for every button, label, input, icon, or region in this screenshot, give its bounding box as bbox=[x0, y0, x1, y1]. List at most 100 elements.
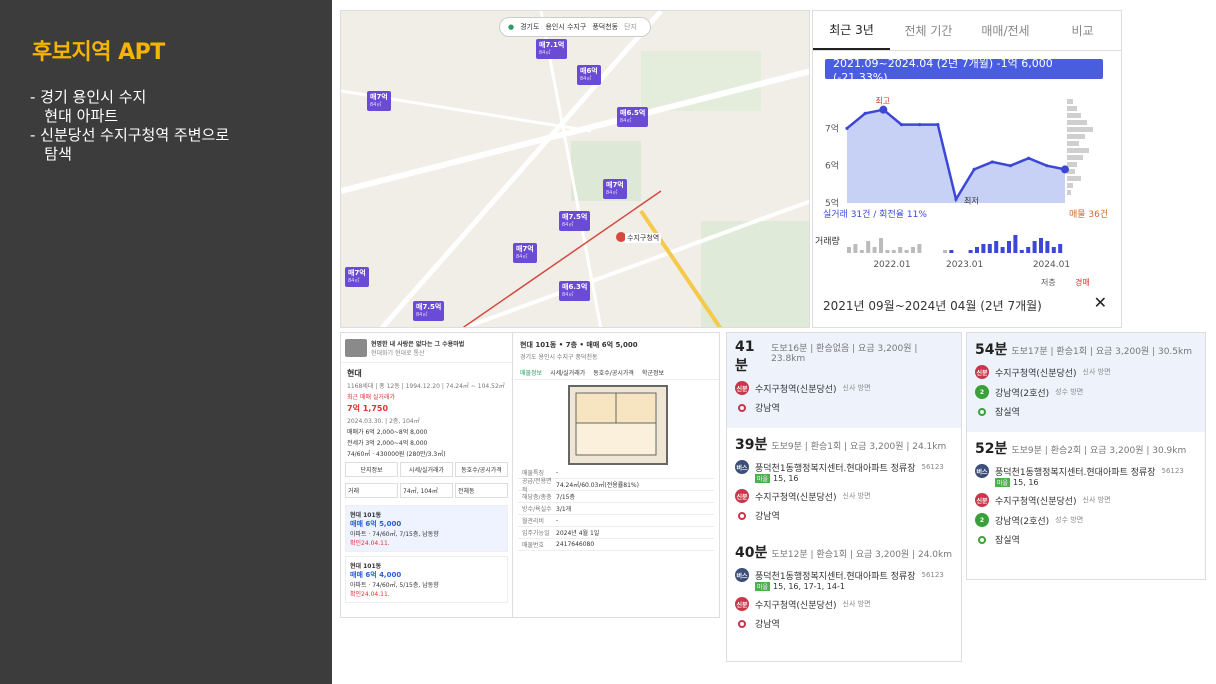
detail-table: 매물특징 - 공급/전용면적 74.24㎡/60.03㎡(전용률81%) 해당층/총… bbox=[518, 467, 714, 551]
volume-bar bbox=[847, 247, 851, 253]
data-point bbox=[954, 197, 958, 201]
data-point bbox=[863, 111, 867, 115]
route-option[interactable]: 54분 도보17분 | 환승1회 | 요금 3,200원 | 30.5km 신분 수지… bbox=[967, 333, 1205, 432]
distribution-bar bbox=[1067, 120, 1087, 125]
pin-area: 84㎡ bbox=[370, 102, 382, 108]
listing-card[interactable]: 현대 101동 매매 6억 4,000 아파트 · 74/60㎡, 5/15층,… bbox=[345, 556, 508, 603]
area-select[interactable]: 74㎡, 104㎡ bbox=[400, 483, 453, 498]
tab-all-period[interactable]: 전체 기간 bbox=[890, 11, 967, 50]
volume-bar bbox=[898, 247, 903, 253]
route-stop: 강남역 bbox=[735, 401, 953, 414]
map-price-pin[interactable]: 매6억 84㎡ bbox=[577, 65, 601, 85]
volume-bar bbox=[866, 241, 871, 253]
tab-recent-3y[interactable]: 최근 3년 bbox=[813, 11, 890, 50]
subway-line-icon: 신분 bbox=[975, 493, 989, 507]
stop-direction: 신사 방면 bbox=[842, 492, 871, 500]
ad-banner[interactable]: 현명한 내 사랑은 없다는 그 수용마법 현대화기 현대로 통산 bbox=[341, 333, 512, 363]
map-price-pin[interactable]: 매7억 84㎡ bbox=[367, 91, 391, 111]
map-price-pin[interactable]: 매7.5억 84㎡ bbox=[559, 211, 591, 231]
stop-name: 수지구청역(신분당선) bbox=[995, 496, 1077, 507]
tab-unit-price[interactable]: 동호수/공시가격 bbox=[593, 368, 634, 377]
unit-price-button[interactable]: 동호수/공시가격 bbox=[455, 462, 508, 477]
bus-icon: 버스 bbox=[735, 568, 749, 582]
data-point bbox=[845, 126, 849, 130]
row-value: 2024년 4월 1일 bbox=[556, 530, 600, 537]
close-icon[interactable]: ✕ bbox=[1094, 293, 1107, 312]
legend-auction: 경매 bbox=[1075, 277, 1090, 287]
volume-bar bbox=[975, 247, 979, 253]
distribution-bar bbox=[1067, 190, 1071, 195]
row-value: 3/1개 bbox=[556, 506, 572, 513]
map-price-pin[interactable]: 매6.3억 84㎡ bbox=[559, 281, 591, 301]
stop-name: 수지구청역(신분당선) bbox=[755, 492, 837, 503]
pin-area: 84㎡ bbox=[348, 278, 360, 284]
map-region-search[interactable]: ● 경기도 용인시 수지구 풍덕천동 단지 bbox=[499, 17, 651, 37]
bus-numbers: 15, 16 bbox=[773, 474, 799, 483]
route-stop: 버스 풍덕천1동행정복지센터.현대아파트 정류장 56123 bbox=[735, 568, 953, 582]
tab-price-history[interactable]: 시세/실거래가 bbox=[550, 368, 585, 377]
dong-label: 풍덕천동 bbox=[592, 23, 619, 31]
bus-numbers: 15, 16 bbox=[1013, 478, 1039, 487]
route-stop: 잠실역 bbox=[975, 405, 1197, 418]
bullet-list: - 경기 용인시 수지 현대 아파트 - 신분당선 수지구청역 주변으로 탐색 bbox=[30, 88, 229, 164]
route-list-jamsil: 54분 도보17분 | 환승1회 | 요금 3,200원 | 30.5km 신분 수지… bbox=[966, 332, 1206, 580]
map-price-pin[interactable]: 매7.5억 84㎡ bbox=[413, 301, 445, 321]
distribution-bar bbox=[1067, 106, 1077, 111]
volume-bar bbox=[968, 250, 973, 253]
data-point bbox=[899, 123, 904, 127]
bus-lines: 마을 15, 16, 17-1, 14-1 bbox=[755, 582, 953, 591]
volume-bar bbox=[994, 241, 999, 253]
price-history-button[interactable]: 시세/실거래가 bbox=[400, 462, 453, 477]
complex-info-button[interactable]: 단지정보 bbox=[345, 462, 398, 477]
listing-card[interactable]: 현대 101동 매매 6억 5,000 아파트 · 74/60㎡, 7/15층,… bbox=[345, 505, 508, 552]
pin-price: 매7억 bbox=[606, 181, 624, 189]
subway-line-icon: 신분 bbox=[975, 365, 989, 379]
volume-bar bbox=[885, 250, 890, 253]
route-stop: 신분 수지구청역(신분당선) 신사 방면 bbox=[735, 489, 953, 503]
stop-name: 강남역(2호선) bbox=[995, 516, 1050, 527]
pin-area: 84㎡ bbox=[416, 312, 428, 318]
route-stop: 신분 수지구청역(신분당선) 신사 방면 bbox=[975, 365, 1197, 379]
map-price-pin[interactable]: 매7억 84㎡ bbox=[603, 179, 627, 199]
destination-dot-icon bbox=[978, 407, 986, 416]
x-tick-label: 2023.01 bbox=[946, 260, 983, 270]
tab-compare[interactable]: 비교 bbox=[1044, 11, 1121, 50]
route-option[interactable]: 39분 도보9분 | 환승1회 | 요금 3,200원 | 24.1km 버스 풍덕천… bbox=[727, 428, 961, 536]
listing-count-legend: 매물 36건 bbox=[1069, 209, 1108, 220]
bullet-item: - 신분당선 수지구청역 주변으로 탐색 bbox=[30, 126, 230, 163]
row-value: - bbox=[556, 517, 559, 524]
tab-listing-info[interactable]: 매물정보 bbox=[520, 368, 542, 377]
route-option[interactable]: 40분 도보12분 | 환승1회 | 요금 3,200원 | 24.0km 버스 풍덕… bbox=[727, 536, 961, 644]
pin-price: 매7.5억 bbox=[562, 213, 588, 221]
ad-title: 현명한 내 사랑은 없다는 그 수용마법 bbox=[371, 340, 465, 348]
stop-direction: 신사 방면 bbox=[1082, 368, 1111, 376]
table-row: 월관리비 - bbox=[518, 515, 714, 527]
chart-tabs: 최근 3년 전체 기간 매매/전세 비교 bbox=[813, 11, 1121, 51]
map-price-pin[interactable]: 매7억 84㎡ bbox=[345, 267, 369, 287]
ad-subtitle: 현대화기 현대로 통산 bbox=[371, 349, 425, 357]
slide-title: 후보지역 APT bbox=[32, 40, 165, 65]
trade-type-select[interactable]: 거래 bbox=[345, 483, 398, 498]
route-option[interactable]: 52분 도보9분 | 환승2회 | 요금 3,200원 | 30.9km 버스 풍덕천… bbox=[967, 432, 1205, 560]
stop-direction: 성수 방면 bbox=[1055, 516, 1084, 524]
map-price-pin[interactable]: 매7억 84㎡ bbox=[513, 243, 537, 263]
map-price-pin[interactable]: 매7.1억 84㎡ bbox=[536, 39, 568, 59]
stop-name: 강남역 bbox=[755, 404, 780, 414]
bus-icon: 버스 bbox=[735, 460, 749, 474]
card-title: 현대 101동 bbox=[350, 563, 382, 570]
route-option[interactable]: 41분 도보16분 | 환승없음 | 요금 3,200원 | 23.8km 신분 수지… bbox=[727, 333, 961, 428]
map-view[interactable]: ● 경기도 용인시 수지구 풍덕천동 단지 매7.1억 84㎡ 매6억 84㎡ 매7… bbox=[340, 10, 810, 328]
stop-direction: 신사 방면 bbox=[842, 384, 871, 392]
distribution-bar bbox=[1067, 148, 1089, 153]
period-range-label: 2021년 09월~2024년 04월 (2년 7개월) bbox=[823, 299, 1042, 313]
tab-sale-jeonse[interactable]: 매매/전세 bbox=[967, 11, 1044, 50]
location-pin-icon: ● bbox=[508, 23, 515, 31]
table-row: 입주가능일 2024년 4월 1일 bbox=[518, 527, 714, 539]
route-stop: 신분 수지구청역(신분당선) 신사 방면 bbox=[975, 493, 1197, 507]
map-price-pin[interactable]: 매6.5억 84㎡ bbox=[617, 107, 649, 127]
bullet-item: - 경기 용인시 수지 현대 아파트 bbox=[30, 88, 147, 125]
tab-school[interactable]: 학군정보 bbox=[642, 368, 664, 377]
volume-bar bbox=[981, 244, 986, 253]
table-row: 방수/욕실수 3/1개 bbox=[518, 503, 714, 515]
building-select[interactable]: 전체동 bbox=[455, 483, 508, 498]
